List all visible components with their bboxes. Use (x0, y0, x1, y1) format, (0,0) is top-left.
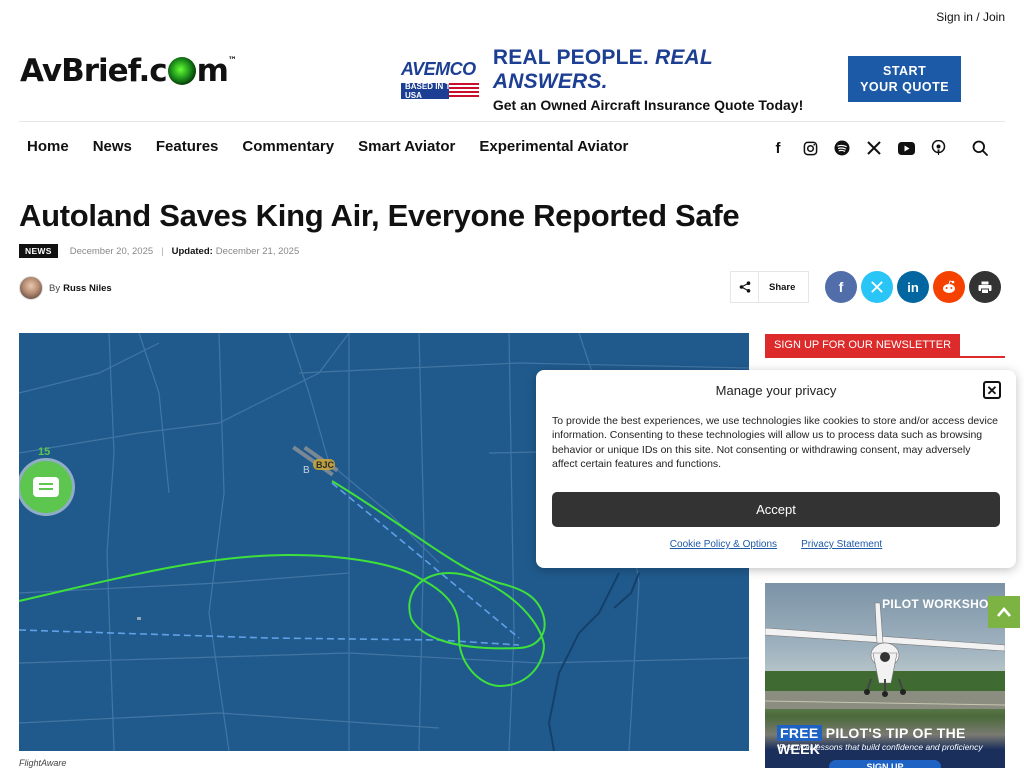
category-badge[interactable]: NEWS (19, 244, 58, 258)
nav-smart-aviator[interactable]: Smart Aviator (358, 138, 455, 155)
avemco-banner-ad[interactable]: AVEMCO BASED IN THE USA REAL PEOPLE. REA… (401, 46, 961, 113)
spotify-icon[interactable] (826, 138, 858, 158)
privacy-statement-link[interactable]: Privacy Statement (801, 539, 882, 550)
image-caption: FlightAware (19, 758, 67, 768)
by-label: By (49, 282, 61, 294)
share-linkedin-icon[interactable]: in (897, 271, 929, 303)
article-meta: NEWS December 20, 2025 | Updated: Decemb… (19, 244, 299, 258)
podcast-icon[interactable] (922, 138, 954, 158)
comments-button[interactable] (20, 461, 72, 513)
instagram-icon[interactable] (794, 138, 826, 158)
header-divider (19, 121, 1005, 122)
x-icon[interactable] (858, 138, 890, 158)
privacy-text: To provide the best experiences, we use … (552, 415, 998, 471)
nav-home[interactable]: Home (27, 138, 69, 155)
pilot-workshop-logo: PILOT WORKSHOP (882, 597, 997, 611)
ad-subtitle: Practical lessons that build confidence … (779, 742, 983, 752)
nav-experimental-aviator[interactable]: Experimental Aviator (479, 138, 628, 155)
airport-marker: BJC (313, 459, 335, 470)
close-icon[interactable]: ✕ (983, 381, 1001, 399)
print-icon[interactable] (969, 271, 1001, 303)
author-name[interactable]: Russ Niles (63, 283, 112, 294)
privacy-consent-dialog: Manage your privacy ✕ To provide the bes… (536, 370, 1016, 568)
comment-count: 15 (38, 446, 51, 458)
site-logo[interactable]: AvBrief.c m™ (20, 40, 258, 102)
author-byline: By Russ Niles (19, 276, 112, 300)
youtube-icon[interactable] (890, 138, 922, 158)
avemco-logo: AVEMCO BASED IN THE USA (401, 55, 479, 103)
updated-date: December 21, 2025 (215, 245, 300, 257)
privacy-links: Cookie Policy & Options Privacy Statemen… (536, 539, 1016, 550)
pilot-workshop-ad[interactable]: PILOT WORKSHOP FREE PILOT'S TIP OF THE W… (765, 583, 1005, 768)
article-title: Autoland Saves King Air, Everyone Report… (19, 198, 740, 233)
logo-wordmark: AvBrief.c m™ (20, 53, 237, 89)
meta-separator: | (161, 245, 164, 257)
nav-features[interactable]: Features (156, 138, 219, 155)
back-to-top-button[interactable] (988, 596, 1020, 628)
ad-title: FREE PILOT'S TIP OF THE WEEK (777, 725, 966, 757)
start-quote-button[interactable]: START YOUR QUOTE (848, 56, 961, 102)
airport-code-label: BJC (316, 460, 335, 470)
share-facebook-icon[interactable]: f (825, 271, 857, 303)
share-buttons: f in (825, 271, 1005, 303)
share-reddit-icon[interactable] (933, 271, 965, 303)
globe-icon (167, 57, 196, 85)
usa-flag-badge: BASED IN THE USA (401, 83, 479, 99)
chevron-up-icon (997, 607, 1011, 617)
airport-prefix-label: B (303, 465, 310, 476)
share-x-icon[interactable] (861, 271, 893, 303)
main-nav: Home News Features Commentary Smart Avia… (19, 138, 644, 155)
nav-commentary[interactable]: Commentary (242, 138, 334, 155)
updated-label: Updated: (171, 245, 213, 257)
privacy-title: Manage your privacy (715, 383, 837, 398)
sign-in-join-link[interactable]: Sign in / Join (936, 10, 1005, 24)
cookie-policy-link[interactable]: Cookie Policy & Options (670, 539, 777, 550)
ad-signup-button[interactable]: SIGN UP (829, 760, 941, 768)
newsletter-heading: SIGN UP FOR OUR NEWSLETTER (765, 334, 961, 356)
author-avatar[interactable] (19, 276, 43, 300)
chat-icon (33, 477, 59, 497)
share-icon (731, 272, 759, 302)
social-links: f (762, 138, 996, 158)
share-button[interactable]: Share (730, 271, 809, 303)
search-icon[interactable] (964, 138, 996, 158)
nav-news[interactable]: News (93, 138, 132, 155)
newsletter-underline (765, 356, 1005, 358)
ad-copy: REAL PEOPLE. REAL ANSWERS. Get an Owned … (492, 45, 804, 113)
publish-date: December 20, 2025 (69, 245, 154, 257)
accept-button[interactable]: Accept (552, 492, 1000, 527)
planned-route-west (19, 629, 520, 646)
share-label: Share (769, 281, 796, 293)
facebook-icon[interactable]: f (762, 138, 794, 158)
